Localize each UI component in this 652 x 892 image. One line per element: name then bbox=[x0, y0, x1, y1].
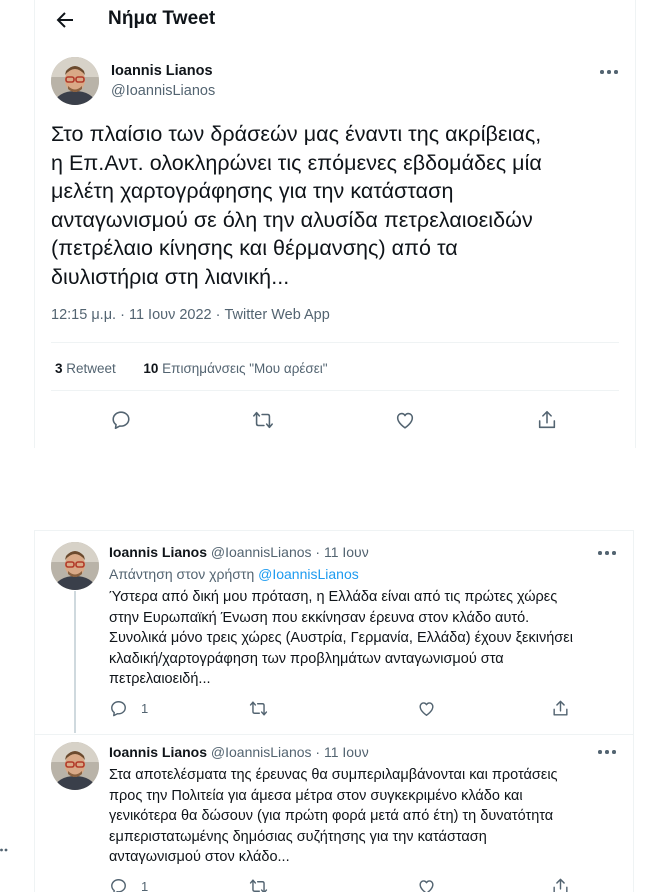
retweet-icon bbox=[249, 879, 268, 892]
reply-header: Ioannis Lianos @IoannisLianos · 11 Ιουν bbox=[109, 544, 369, 560]
main-tweet-panel: Νήμα Tweet Ioannis Lianos @IoannisLianos… bbox=[34, 0, 636, 448]
heart-icon bbox=[419, 702, 434, 716]
retweets-stat[interactable]: 3 Retweet bbox=[55, 361, 116, 376]
reply-to-label: Απάντηση στον χρήστη @IoannisLianos bbox=[109, 566, 359, 582]
like-button[interactable] bbox=[394, 409, 416, 431]
reply-text: Στα αποτελέσματα της έρευνας θα συμπεριλ… bbox=[109, 767, 558, 865]
retweet-button[interactable] bbox=[249, 699, 268, 718]
heart-icon bbox=[419, 880, 434, 892]
reply-actions: 1 bbox=[109, 699, 589, 719]
likes-stat[interactable]: 10 Επισημάνσεις "Μου αρέσει" bbox=[143, 361, 327, 376]
tweet-timestamp[interactable]: 12:15 μ.μ. · 11 Ιουν 2022 · Twitter Web … bbox=[51, 307, 330, 323]
replies-panel: Ioannis Lianos @IoannisLianos · 11 Ιουν … bbox=[34, 530, 634, 892]
retweet-button[interactable] bbox=[249, 877, 268, 892]
back-button[interactable] bbox=[53, 8, 77, 32]
reply-icon bbox=[112, 411, 130, 430]
more-button[interactable] bbox=[598, 65, 620, 79]
author-handle[interactable]: @IoannisLianos · 11 Ιουν bbox=[211, 544, 369, 560]
reply-count: 1 bbox=[141, 701, 149, 716]
retweet-icon bbox=[249, 701, 268, 716]
share-icon bbox=[538, 410, 556, 429]
reply-button[interactable] bbox=[110, 409, 132, 431]
divider bbox=[35, 734, 633, 735]
tweet-actions bbox=[35, 404, 635, 434]
retweet-button[interactable] bbox=[252, 409, 274, 431]
reply-to-mention[interactable]: @IoannisLianos bbox=[258, 566, 359, 582]
reply-header: Ioannis Lianos @IoannisLianos · 11 Ιουν bbox=[109, 744, 369, 760]
more-button[interactable] bbox=[596, 745, 618, 759]
tweet-stats: 3 Retweet 10 Επισημάνσεις "Μου αρέσει" bbox=[55, 361, 328, 376]
reply-actions: 1 bbox=[109, 877, 589, 892]
avatar[interactable] bbox=[51, 742, 99, 790]
author-handle[interactable]: @IoannisLianos bbox=[111, 83, 215, 99]
author-name[interactable]: Ioannis Lianos bbox=[109, 744, 207, 760]
author-name[interactable]: Ioannis Lianos bbox=[109, 544, 207, 560]
more-horizontal-icon[interactable] bbox=[0, 842, 10, 852]
retweet-icon bbox=[253, 411, 273, 429]
heart-icon bbox=[396, 412, 414, 429]
divider bbox=[51, 390, 619, 391]
share-icon bbox=[553, 878, 568, 892]
share-button[interactable] bbox=[551, 699, 570, 718]
reply-count: 1 bbox=[141, 879, 149, 892]
reply-icon bbox=[111, 879, 126, 892]
like-button[interactable] bbox=[417, 699, 436, 718]
reply-button[interactable] bbox=[109, 699, 128, 718]
avatar-photo bbox=[51, 742, 99, 790]
avatar-photo bbox=[51, 542, 99, 590]
avatar[interactable] bbox=[51, 542, 99, 590]
thread-line bbox=[74, 591, 76, 733]
reply-button[interactable] bbox=[109, 877, 128, 892]
tweet-text: Στο πλαίσιο των δράσεών μας έναντι της α… bbox=[51, 122, 542, 289]
like-button[interactable] bbox=[417, 877, 436, 892]
reply-icon bbox=[111, 701, 126, 717]
header: Νήμα Tweet bbox=[35, 0, 635, 40]
avatar-photo bbox=[51, 57, 99, 105]
reply-text: Ύστερα από δική μου πρόταση, η Ελλάδα εί… bbox=[109, 589, 573, 687]
share-button[interactable] bbox=[536, 409, 558, 431]
arrow-left-icon bbox=[56, 12, 73, 28]
more-button[interactable] bbox=[596, 546, 618, 560]
author-handle[interactable]: @IoannisLianos · 11 Ιουν bbox=[211, 744, 369, 760]
divider bbox=[51, 342, 619, 343]
share-icon bbox=[553, 700, 568, 716]
author-name[interactable]: Ioannis Lianos bbox=[111, 63, 213, 79]
page-title: Νήμα Tweet bbox=[108, 8, 216, 29]
share-button[interactable] bbox=[551, 877, 570, 892]
avatar[interactable] bbox=[51, 57, 99, 105]
